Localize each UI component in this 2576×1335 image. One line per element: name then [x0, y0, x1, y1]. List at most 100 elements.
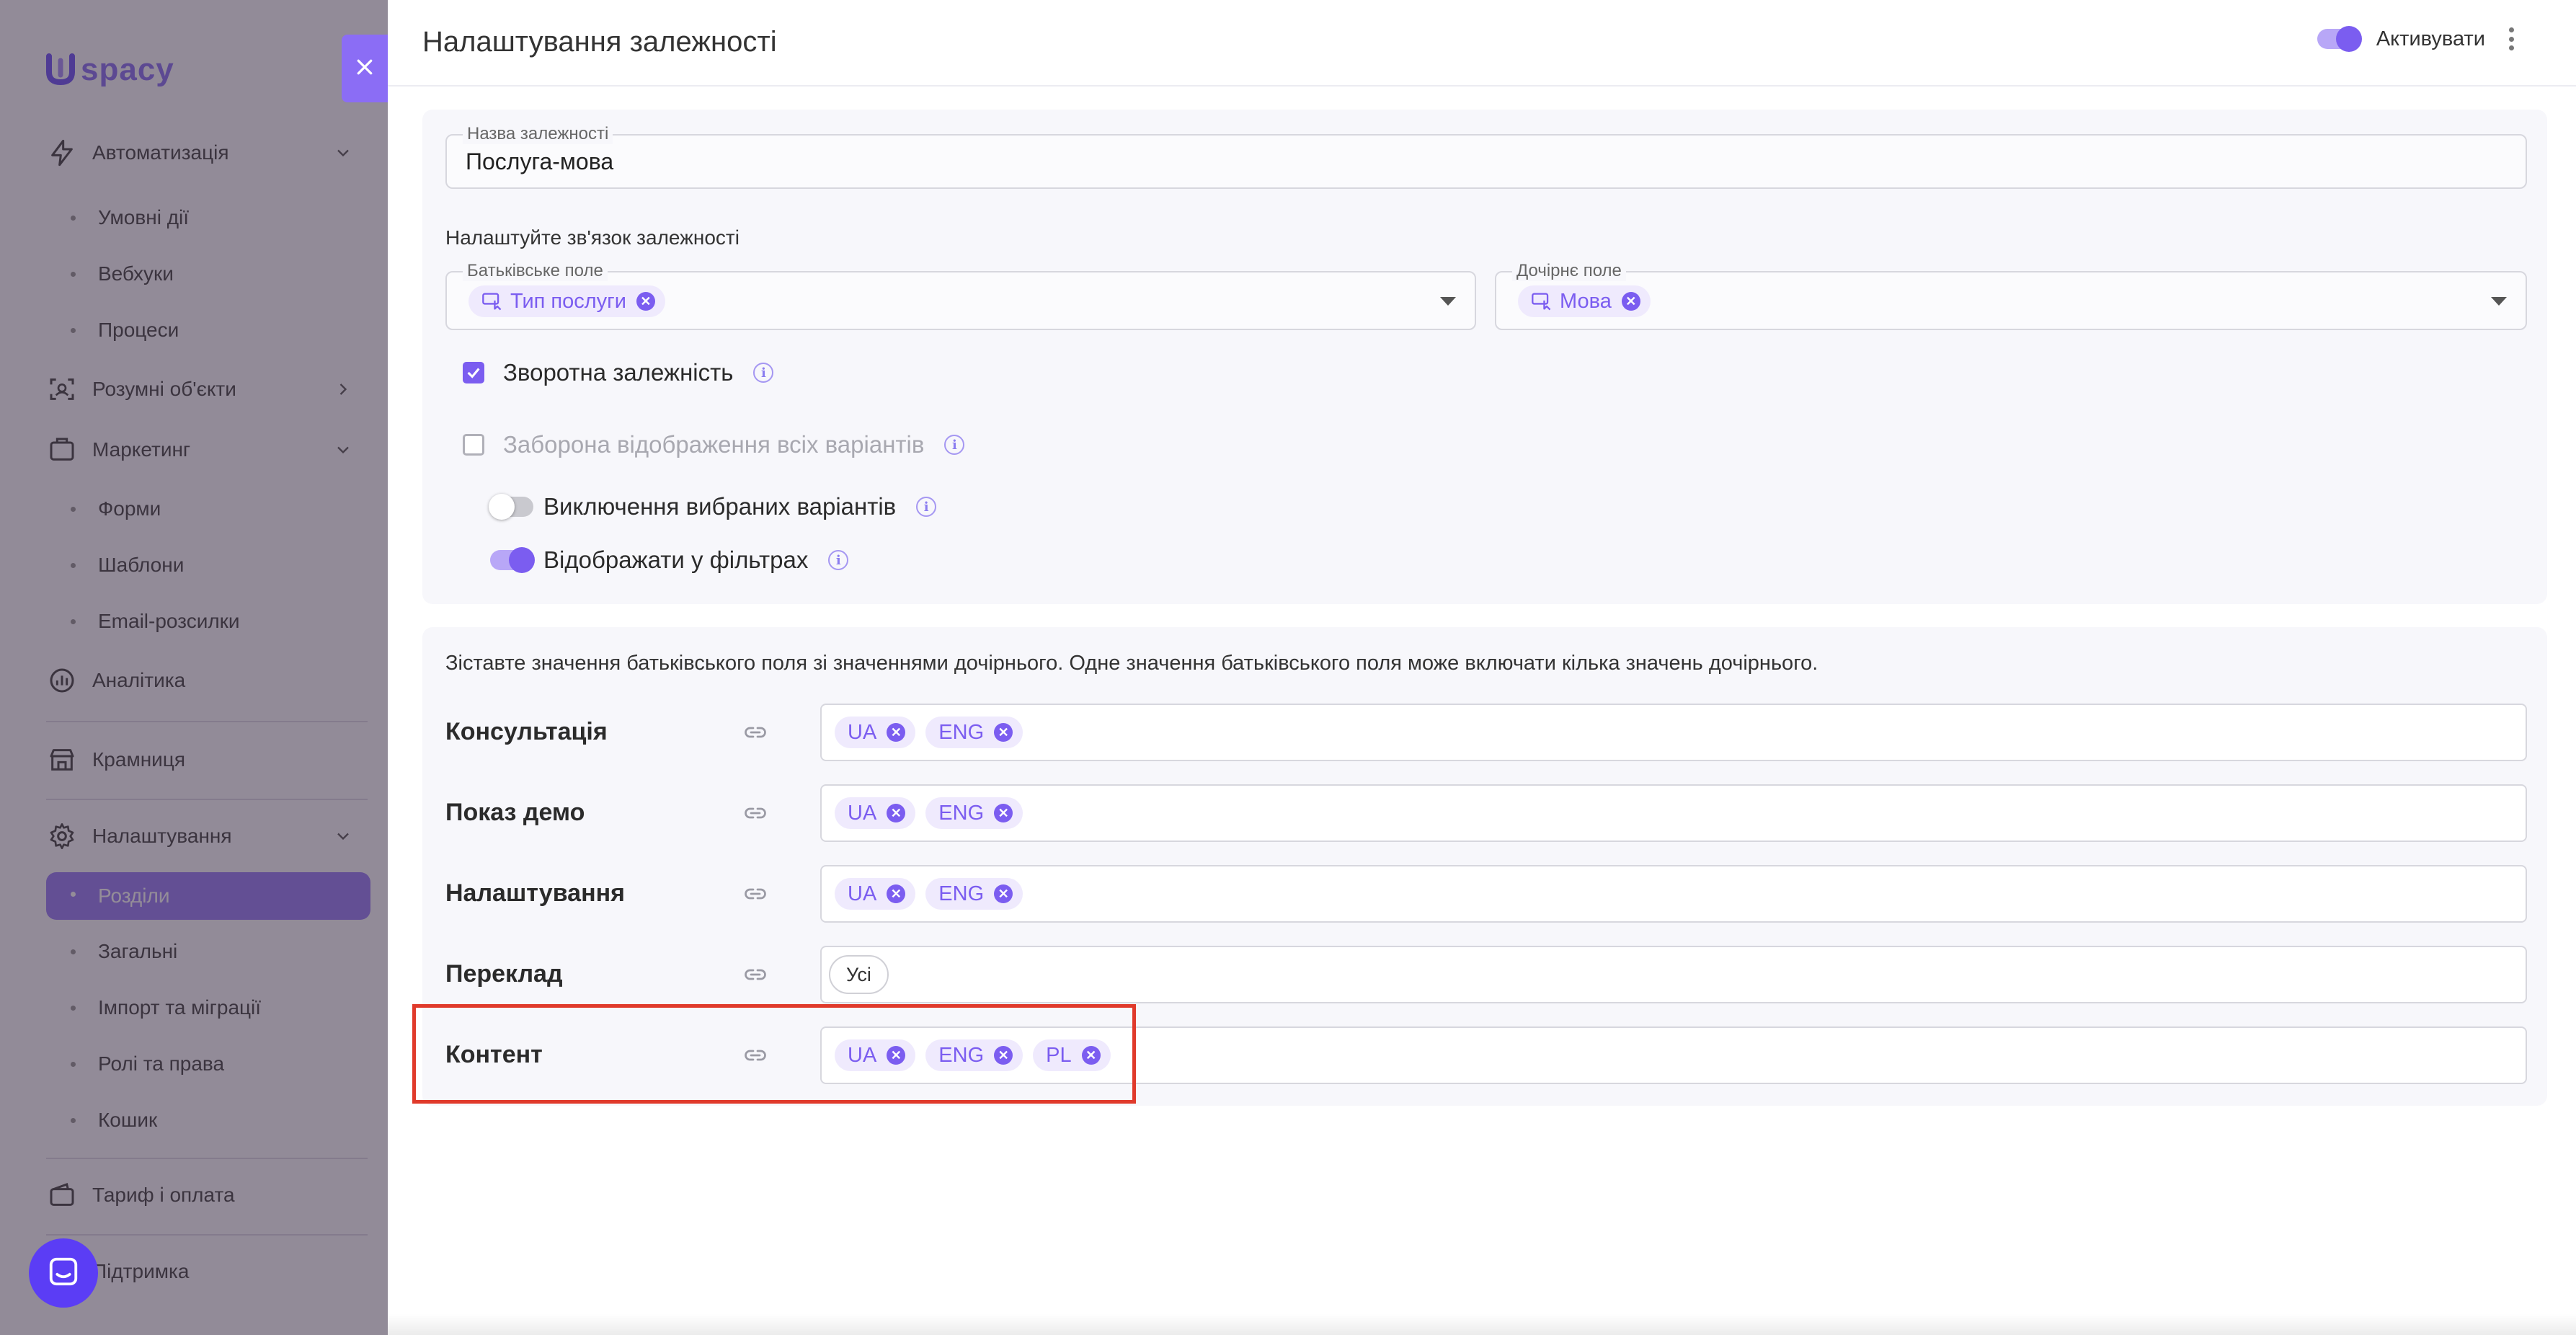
analytics-icon [46, 665, 78, 696]
chip-label: ENG [938, 882, 985, 905]
highlight-box [412, 1004, 1136, 1104]
sidebar-subitem-sections[interactable]: Розділи [46, 872, 370, 920]
sidebar-subitem-conditional-actions[interactable]: Умовні дії [46, 196, 370, 239]
sidebar-subitem-general[interactable]: Загальні [46, 930, 370, 973]
child-value-chip[interactable]: UA ✕ [835, 797, 916, 829]
dropdown-arrow-icon[interactable] [2491, 297, 2507, 306]
mapping-children-select[interactable]: UA ✕ ENG ✕ [820, 865, 2527, 923]
child-field-chip[interactable]: Мова ✕ [1518, 285, 1651, 317]
info-icon[interactable]: i [944, 435, 965, 455]
info-icon[interactable]: i [916, 497, 937, 517]
sidebar-subitem-label: Процеси [98, 319, 179, 341]
info-icon[interactable]: i [753, 363, 774, 383]
mapping-row: Налаштування UA ✕ ENG ✕ [445, 865, 2527, 923]
mapping-children-select[interactable]: UA ✕ ENG ✕ [820, 784, 2527, 842]
remove-icon[interactable]: ✕ [1621, 292, 1640, 311]
remove-icon[interactable]: ✕ [887, 804, 906, 822]
sidebar-item-marketing[interactable]: Маркетинг [46, 427, 370, 473]
sidebar-item-store[interactable]: Крамниця [46, 737, 370, 783]
mapping-row: Переклад Усі [445, 946, 2527, 1003]
link-icon [741, 962, 770, 988]
chip-label: UA [848, 882, 877, 905]
more-options-icon[interactable] [2504, 25, 2518, 53]
sidebar-divider [46, 1158, 368, 1159]
mapping-parent-value: Налаштування [445, 879, 625, 907]
exclude-selected-toggle[interactable] [489, 494, 533, 520]
remove-icon[interactable]: ✕ [994, 804, 1013, 822]
parent-field-chip[interactable]: Тип послуги ✕ [468, 285, 665, 317]
info-icon[interactable]: i [828, 550, 849, 570]
reverse-dependency-label: Зворотна залежність [503, 359, 734, 386]
panel-header: Налаштування залежності Активувати [388, 0, 2576, 87]
sidebar-subitem-label: Шаблони [98, 554, 185, 576]
chevron-down-icon [333, 440, 353, 460]
dependency-name-value: Послуга-мова [466, 148, 614, 174]
sidebar-subitem-trash[interactable]: Кошик [46, 1099, 370, 1142]
activate-label: Активувати [2376, 27, 2485, 50]
chat-widget-button[interactable] [29, 1238, 98, 1308]
all-values-chip[interactable]: Усі [829, 955, 889, 994]
logo-icon [45, 53, 76, 87]
mapping-parent-value: Консультація [445, 718, 608, 745]
exclude-selected-option: Виключення вибраних варіантів i [489, 493, 937, 520]
dropdown-arrow-icon[interactable] [1440, 297, 1456, 306]
remove-icon[interactable]: ✕ [636, 292, 655, 311]
sidebar-subitem-label: Умовні дії [98, 206, 190, 229]
sidebar-subitem-label: Вебхуки [98, 262, 174, 285]
close-panel-button[interactable] [342, 35, 388, 102]
chip-label: ENG [938, 720, 985, 744]
sidebar-subitem-roles[interactable]: Ролі та права [46, 1042, 370, 1086]
sidebar-subitem-forms[interactable]: Форми [46, 487, 370, 531]
dependency-name-field[interactable]: Назва залежності Послуга-мова [445, 124, 2527, 189]
sidebar-item-settings[interactable]: Налаштування [46, 813, 370, 859]
dependency-name-label: Назва залежності [463, 124, 613, 144]
activate-toggle[interactable] [2317, 26, 2362, 52]
sidebar-item-label: Маркетинг [92, 438, 191, 461]
child-value-chip[interactable]: ENG ✕ [925, 878, 1023, 910]
sidebar-item-billing[interactable]: Тариф і оплата [46, 1172, 370, 1218]
sidebar-subitem-templates[interactable]: Шаблони [46, 544, 370, 587]
link-icon [741, 719, 770, 745]
show-in-filters-option: Відображати у фільтрах i [490, 546, 849, 574]
sidebar-subitem-label: Email-розсилки [98, 610, 240, 632]
remove-icon[interactable]: ✕ [887, 884, 906, 903]
sidebar-subitem-import[interactable]: Імпорт та міграції [46, 986, 370, 1029]
chevron-down-icon [333, 143, 353, 163]
child-value-chip[interactable]: UA ✕ [835, 717, 916, 748]
child-value-chip[interactable]: UA ✕ [835, 878, 916, 910]
sidebar-item-smart-objects[interactable]: Розумні об'єкти [46, 366, 370, 412]
mapping-description: Зіставте значення батьківського поля зі … [445, 652, 1818, 675]
sidebar-item-analytics[interactable]: Аналітика [46, 657, 370, 704]
sidebar-item-label: Налаштування [92, 825, 232, 847]
child-value-chip[interactable]: ENG ✕ [925, 797, 1023, 829]
sidebar-subitem-processes[interactable]: Процеси [46, 309, 370, 352]
sidebar-item-label: Тариф і оплата [92, 1184, 235, 1206]
child-field-select[interactable]: Дочірнє поле Мова ✕ [1495, 261, 2527, 330]
sidebar-item-label: Автоматизація [92, 141, 229, 164]
dependency-config-card: Назва залежності Послуга-мова Налаштуйте… [422, 110, 2547, 604]
mapping-children-select[interactable]: UA ✕ ENG ✕ [820, 704, 2527, 761]
remove-icon[interactable]: ✕ [887, 723, 906, 742]
field-type-icon [481, 292, 503, 311]
sidebar-subitem-webhooks[interactable]: Вебхуки [46, 252, 370, 296]
reverse-dependency-checkbox[interactable] [463, 362, 484, 383]
sidebar-item-automation[interactable]: Автоматизація [46, 130, 370, 176]
child-value-chip[interactable]: ENG ✕ [925, 717, 1023, 748]
remove-icon[interactable]: ✕ [994, 884, 1013, 903]
link-icon [741, 881, 770, 907]
exclude-selected-label: Виключення вибраних варіантів [543, 493, 897, 520]
parent-field-chip-label: Тип послуги [510, 289, 626, 313]
forbid-all-checkbox[interactable] [463, 434, 484, 456]
mapping-children-select[interactable]: Усі [820, 946, 2527, 1003]
sidebar-divider [46, 1234, 368, 1236]
sidebar-item-label: Підтримка [92, 1260, 190, 1282]
parent-field-select[interactable]: Батьківське поле Тип послуги ✕ [445, 261, 1476, 330]
chip-label: UA [848, 801, 877, 825]
reverse-dependency-option: Зворотна залежність i [463, 359, 774, 386]
mapping-parent-value: Показ демо [445, 799, 585, 826]
logo: spacy [45, 52, 174, 88]
sidebar-subitem-label: Форми [98, 497, 161, 520]
remove-icon[interactable]: ✕ [994, 723, 1013, 742]
show-in-filters-toggle[interactable] [490, 547, 535, 573]
sidebar-subitem-email[interactable]: Email-розсилки [46, 600, 370, 643]
